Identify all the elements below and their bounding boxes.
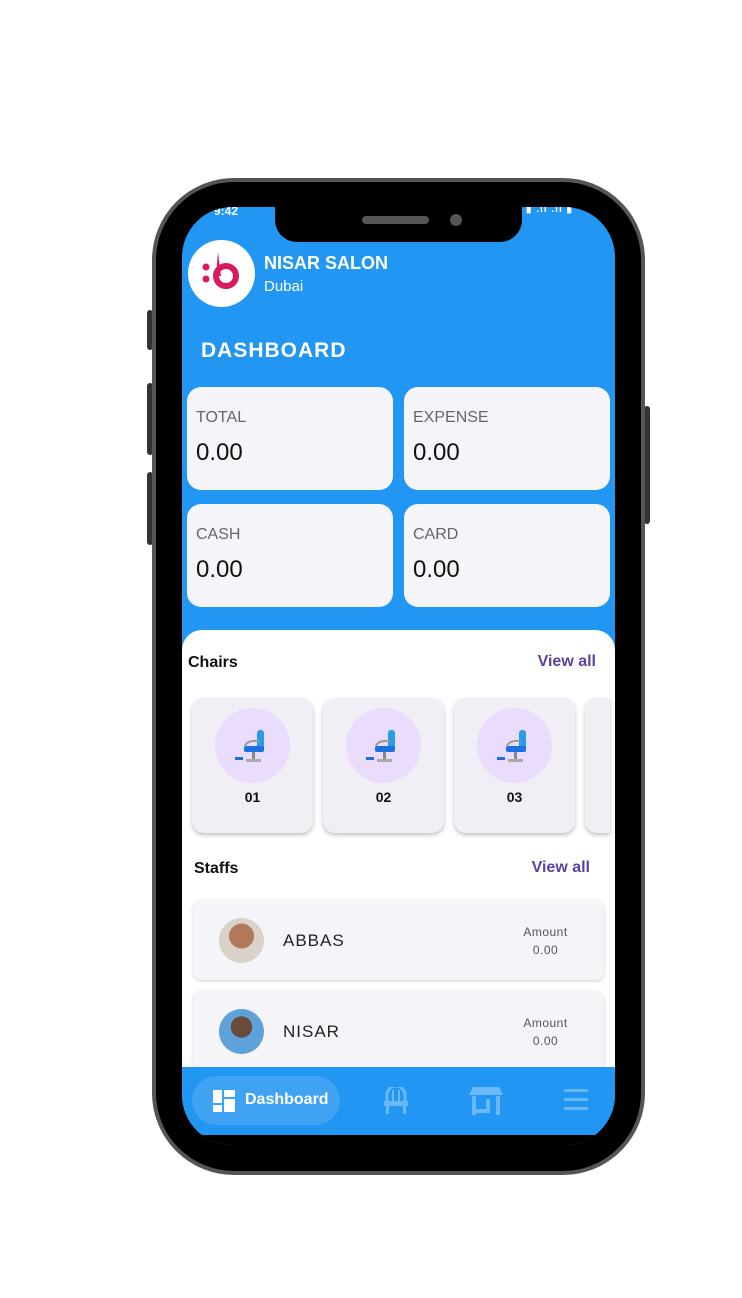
amount-value: 0.00 — [532, 1034, 559, 1048]
stat-value: 0.00 — [413, 439, 460, 466]
menu-icon[interactable] — [564, 1089, 588, 1111]
staff-row[interactable]: ABBAS Amount 0.00 — [193, 900, 604, 980]
staffs-view-all[interactable]: View all — [532, 859, 590, 877]
staff-avatar — [219, 1009, 264, 1054]
stat-value: 0.00 — [196, 556, 243, 583]
logo-icon — [202, 252, 239, 289]
stat-value: 0.00 — [196, 439, 243, 466]
stat-label: TOTAL — [196, 409, 247, 426]
chair-icon — [477, 708, 552, 783]
chair-icon[interactable] — [384, 1087, 408, 1115]
staffs-title: Staffs — [194, 860, 239, 877]
chair-icon — [215, 708, 290, 783]
chair-number: 03 — [506, 789, 523, 805]
salon-logo — [188, 240, 255, 307]
app-screen: 9:42 ▮ .ıl .ıl ▮ NISAR SALON Dubai DASHB… — [182, 207, 615, 1145]
stat-label: EXPENSE — [413, 409, 489, 426]
notch — [275, 207, 522, 242]
amount-label: Amount — [523, 925, 568, 939]
amount-label: Amount — [523, 1016, 568, 1030]
amount-value: 0.00 — [532, 943, 559, 957]
chairs-title: Chairs — [188, 654, 238, 671]
stat-card-total[interactable]: TOTAL 0.00 — [187, 387, 393, 490]
dashboard-icon — [213, 1090, 235, 1112]
stat-card-expense[interactable]: EXPENSE 0.00 — [404, 387, 610, 490]
nav-dashboard[interactable]: Dashboard — [192, 1076, 340, 1125]
staff-row[interactable]: NISAR Amount 0.00 — [193, 991, 604, 1071]
chair-card[interactable]: 02 — [323, 698, 444, 833]
page-title: DASHBOARD — [201, 339, 347, 362]
chair-card-partial[interactable] — [585, 698, 610, 833]
chair-icon — [346, 708, 421, 783]
business-name: NISAR SALON — [264, 253, 389, 273]
stat-label: CARD — [413, 526, 459, 543]
staff-name: NISAR — [283, 1022, 340, 1041]
store-icon[interactable] — [469, 1087, 503, 1115]
status-time: 9:42 — [214, 207, 239, 218]
signal-icon: ▮ .ıl .ıl ▮ — [526, 207, 574, 215]
chair-number: 01 — [244, 789, 261, 805]
content-panel: Chairs View all 01 02 03 Staffs View all… — [182, 630, 615, 1071]
staff-name: ABBAS — [283, 931, 345, 950]
home-bar-area — [182, 1135, 615, 1145]
bottom-nav: Dashboard — [182, 1067, 615, 1135]
chair-card[interactable]: 01 — [192, 698, 313, 833]
stat-label: CASH — [196, 526, 241, 543]
nav-label: Dashboard — [245, 1091, 329, 1108]
chair-card[interactable]: 03 — [454, 698, 575, 833]
chairs-view-all[interactable]: View all — [538, 653, 596, 671]
staff-avatar — [219, 918, 264, 963]
stat-card-cash[interactable]: CASH 0.00 — [187, 504, 393, 607]
business-location: Dubai — [264, 278, 304, 295]
stat-card-card[interactable]: CARD 0.00 — [404, 504, 610, 607]
stat-value: 0.00 — [413, 556, 460, 583]
chair-number: 02 — [375, 789, 392, 805]
